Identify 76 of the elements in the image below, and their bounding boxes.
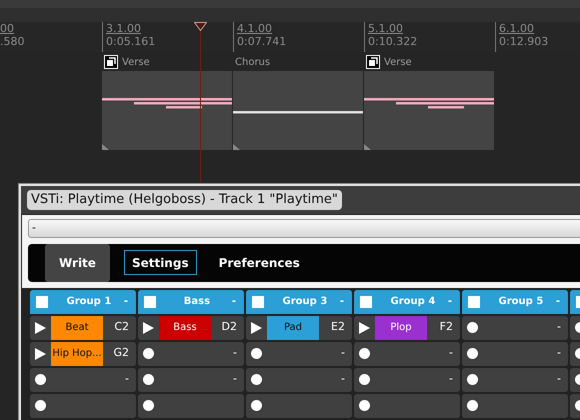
empty-slot-icon[interactable] bbox=[467, 400, 478, 411]
time-position: 0:10.322 bbox=[368, 35, 418, 48]
slot-note: G2 bbox=[112, 345, 130, 362]
play-icon[interactable] bbox=[251, 322, 262, 334]
group-checkbox[interactable] bbox=[144, 296, 156, 308]
midi-item[interactable] bbox=[102, 71, 232, 150]
region-label: Verse bbox=[122, 56, 150, 70]
slot-note: E2 bbox=[330, 319, 346, 336]
group-checkbox[interactable] bbox=[252, 296, 264, 308]
empty-slot-icon[interactable] bbox=[467, 374, 478, 385]
play-icon[interactable] bbox=[35, 322, 46, 334]
empty-slot-icon[interactable] bbox=[251, 348, 262, 359]
clip-name[interactable]: Beat bbox=[51, 316, 103, 340]
clip-name[interactable]: Bass bbox=[159, 316, 211, 340]
group-name: Bass bbox=[182, 295, 212, 309]
slot-note: - bbox=[448, 371, 454, 388]
empty-slot-icon[interactable] bbox=[35, 400, 46, 411]
slot-note: D2 bbox=[220, 319, 238, 336]
group-trigger: - bbox=[124, 295, 129, 309]
region-label: Verse bbox=[384, 56, 412, 70]
empty-slot-icon[interactable] bbox=[35, 374, 46, 385]
slot-note: - bbox=[448, 345, 454, 362]
toolbar-tab[interactable]: Preferences bbox=[210, 250, 308, 275]
empty-slot-icon[interactable] bbox=[143, 348, 154, 359]
play-icon[interactable] bbox=[35, 348, 46, 360]
window-title: VSTi: Playtime (Helgoboss) - Track 1 "Playtime" bbox=[27, 190, 342, 210]
region-label: Chorus bbox=[235, 56, 270, 70]
slot-note: - bbox=[340, 371, 346, 388]
slot-note: F2 bbox=[438, 319, 454, 336]
play-icon[interactable] bbox=[143, 322, 154, 334]
write-button[interactable]: Write bbox=[45, 244, 110, 282]
group-trigger: - bbox=[340, 295, 345, 309]
time-position: 0:12.903 bbox=[499, 35, 548, 48]
midi-item[interactable] bbox=[364, 71, 494, 150]
slot-note: - bbox=[232, 371, 238, 388]
empty-slot-icon[interactable] bbox=[467, 348, 478, 359]
empty-slot-icon[interactable] bbox=[359, 400, 370, 411]
empty-slot-icon[interactable] bbox=[467, 322, 478, 333]
slot-note: - bbox=[340, 345, 346, 362]
toolbar-tab[interactable]: Settings bbox=[124, 250, 197, 275]
group-checkbox[interactable] bbox=[36, 296, 48, 308]
slot-note: - bbox=[232, 345, 238, 362]
group-checkbox[interactable] bbox=[468, 296, 480, 308]
group-name: Group 5 bbox=[498, 295, 544, 309]
bar-position: 6.1.00 bbox=[499, 22, 534, 35]
group-name: Group 4 bbox=[390, 295, 436, 309]
bar-position: 3.1.00 bbox=[106, 22, 141, 35]
clip-name[interactable]: Hip Hop... bbox=[51, 342, 103, 366]
midi-item[interactable] bbox=[233, 71, 363, 150]
group-trigger: - bbox=[556, 295, 561, 309]
slot-note: - bbox=[124, 371, 130, 388]
empty-slot-icon[interactable] bbox=[251, 400, 262, 411]
group-name: Group 3 bbox=[282, 295, 328, 309]
bar-position: 5.1.00 bbox=[368, 22, 403, 35]
empty-slot-icon[interactable] bbox=[143, 400, 154, 411]
slot-note: - bbox=[556, 345, 562, 362]
clip-name[interactable]: Pad bbox=[267, 316, 319, 340]
group-checkbox[interactable] bbox=[360, 296, 372, 308]
bar-position: 00 bbox=[0, 22, 14, 35]
clip-name[interactable]: Plop bbox=[375, 316, 427, 340]
play-icon[interactable] bbox=[359, 322, 370, 334]
empty-slot-icon[interactable] bbox=[251, 374, 262, 385]
time-position: .580 bbox=[0, 35, 24, 48]
empty-slot-icon[interactable] bbox=[359, 374, 370, 385]
bar-position: 4.1.00 bbox=[237, 22, 272, 35]
empty-slot-icon[interactable] bbox=[143, 374, 154, 385]
group-trigger: - bbox=[232, 295, 237, 309]
group-trigger: - bbox=[448, 295, 453, 309]
time-position: 0:05.161 bbox=[106, 35, 156, 48]
slot-note: - bbox=[556, 319, 562, 336]
slot-note: C2 bbox=[113, 319, 130, 336]
slot-note: - bbox=[556, 371, 562, 388]
group-name: Group 1 bbox=[66, 295, 112, 309]
time-position: 0:07.741 bbox=[237, 35, 286, 48]
empty-slot-icon[interactable] bbox=[359, 348, 370, 359]
preset-dropdown[interactable]: - bbox=[28, 219, 580, 238]
